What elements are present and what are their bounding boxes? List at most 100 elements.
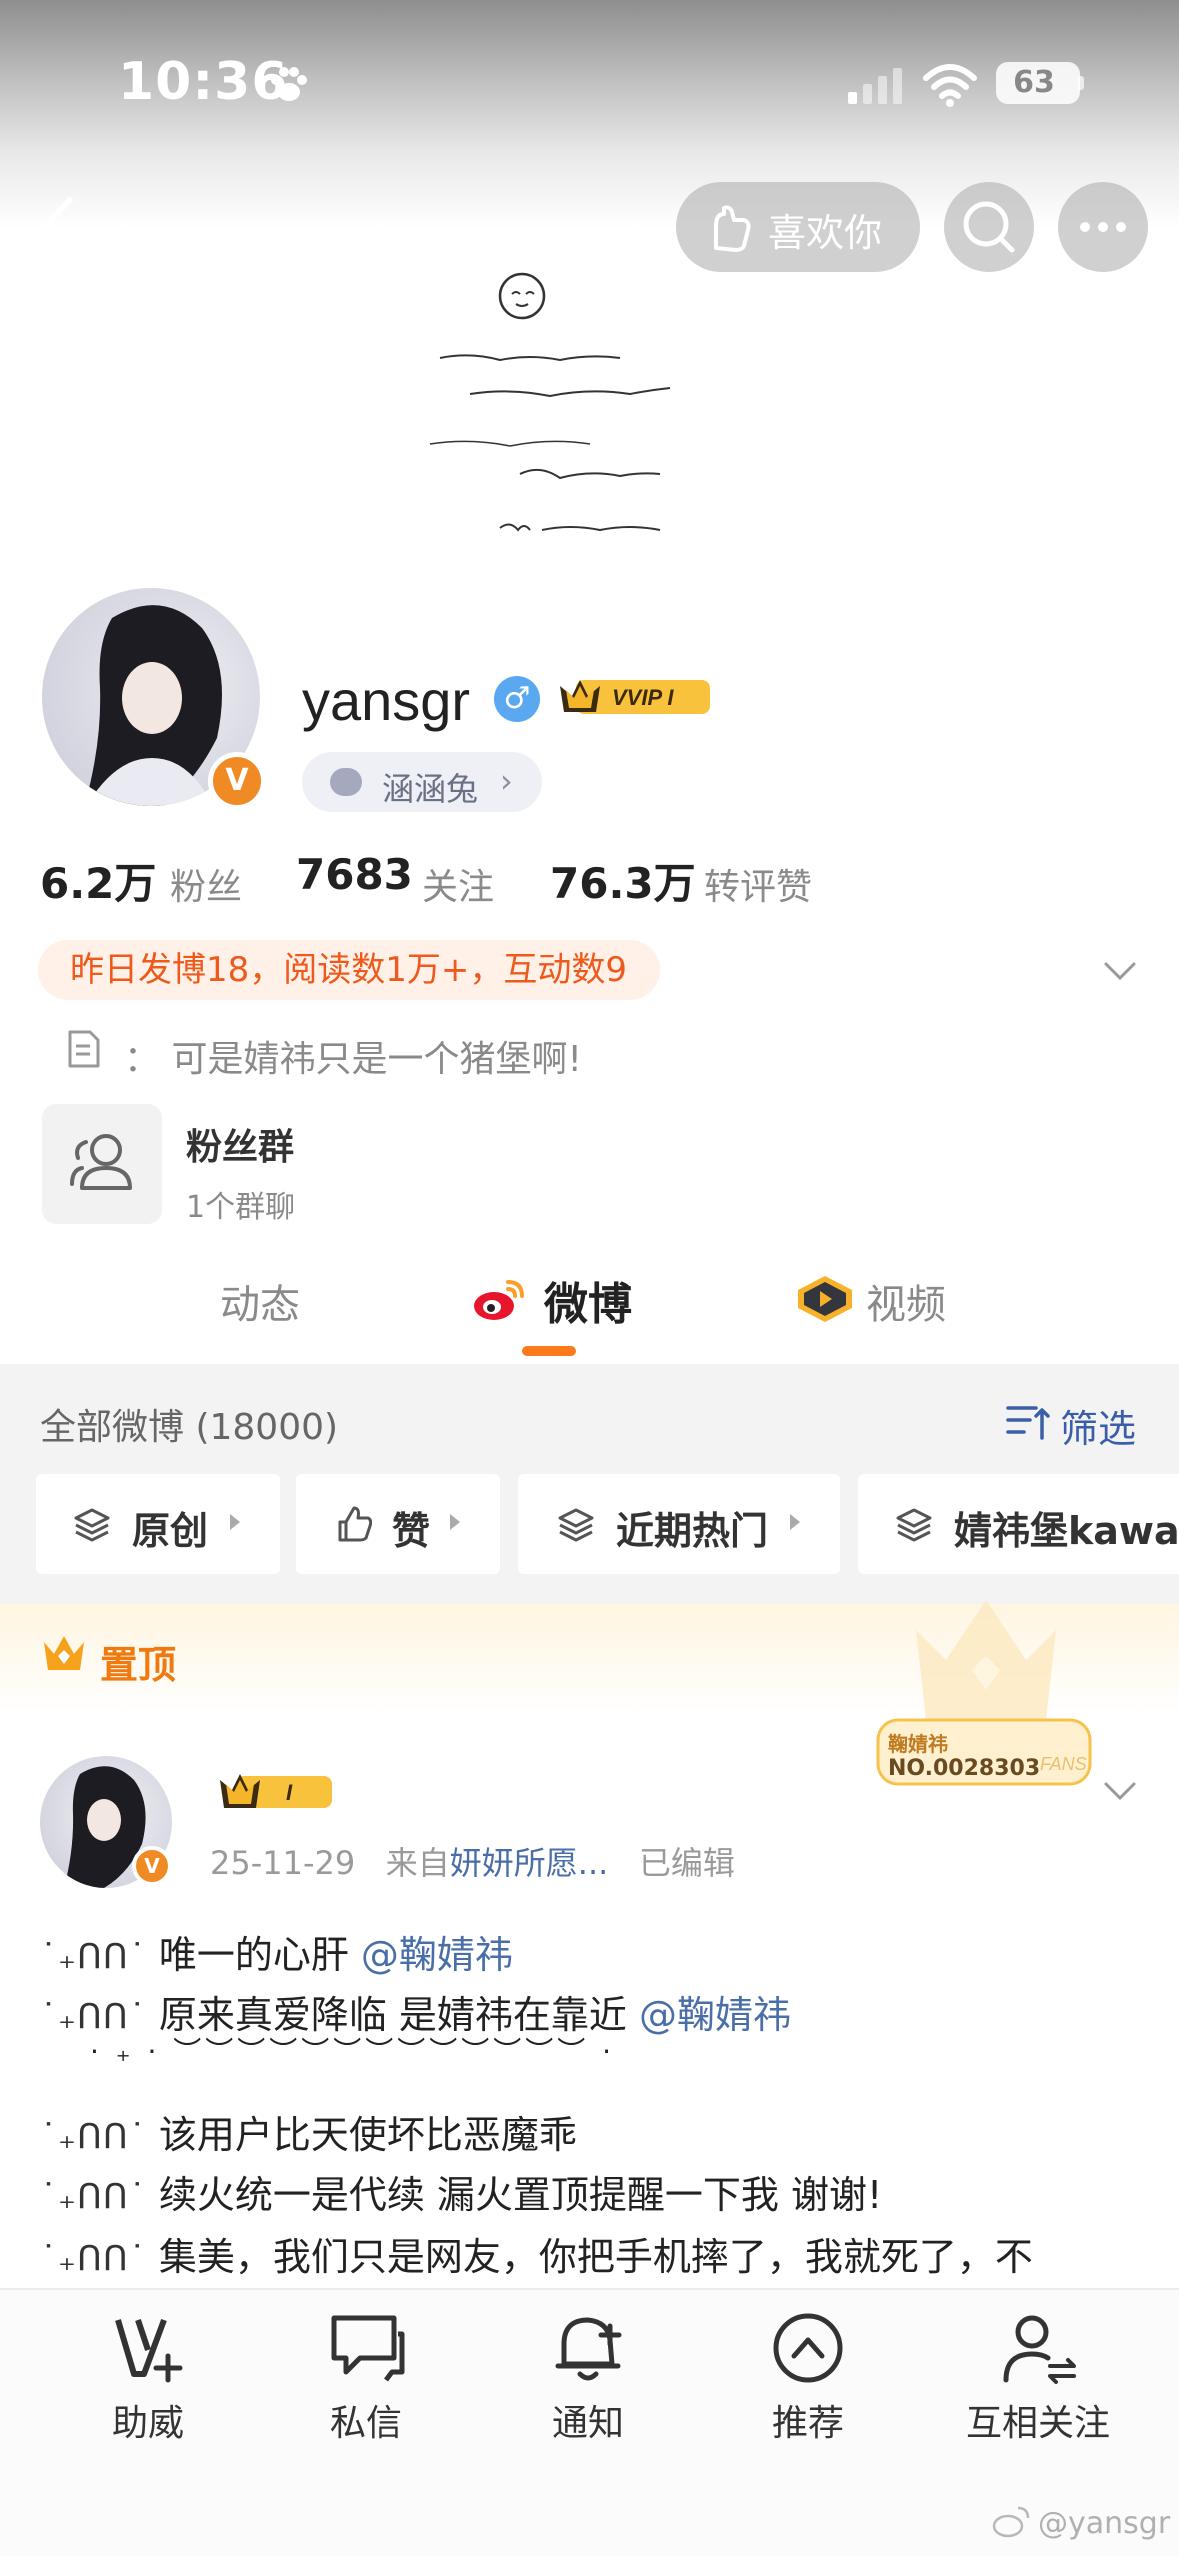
message-button[interactable]: 私信 xyxy=(286,2310,446,2450)
thumbs-up-icon xyxy=(338,1506,372,1542)
battery-indicator: 63 xyxy=(996,62,1080,104)
following-label[interactable]: 关注 xyxy=(422,858,494,910)
fans-count[interactable]: 6.2万 xyxy=(40,850,156,911)
group-people-icon xyxy=(70,1134,132,1190)
paw-icon xyxy=(271,67,307,101)
signal-icon xyxy=(848,68,902,104)
chip-original[interactable]: 原创 xyxy=(36,1474,280,1574)
filter-icon[interactable] xyxy=(1006,1402,1050,1442)
post-edited-label: 已编辑 xyxy=(638,1844,735,1882)
interactions-count[interactable]: 76.3万 xyxy=(550,850,696,911)
vvip-badge: VVIP I xyxy=(560,680,710,714)
more-button[interactable] xyxy=(1058,182,1148,272)
post-line: ˙₊ᑎᑎ˙ 该用户比天使坏比恶魔乖 xyxy=(40,2113,577,2157)
layers-icon xyxy=(896,1508,932,1542)
back-arrow-icon[interactable] xyxy=(30,192,90,262)
notify-label: 通知 xyxy=(551,2403,624,2444)
chevron-down-icon[interactable] xyxy=(1100,950,1140,990)
post-divider-text: · ₊ · ︶︶︶︶︶︶︶︶︶︶︶︶︶ · xyxy=(90,2035,616,2068)
recommend-button[interactable]: 推荐 xyxy=(728,2310,888,2450)
verified-badge: V xyxy=(208,752,266,810)
chip-arrow-icon xyxy=(230,1514,240,1530)
male-gender-icon: ♂ xyxy=(494,676,540,722)
chat-bubble-icon xyxy=(330,768,362,796)
layers-icon xyxy=(74,1508,110,1542)
interactions-label[interactable]: 转评赞 xyxy=(704,858,812,910)
tab-dynamic[interactable]: 动态 xyxy=(220,1272,300,1330)
fan-group-subtitle: 1个群聊 xyxy=(186,1190,296,1225)
bell-icon xyxy=(555,2317,622,2381)
profile-description: ： 可是婧祎只是一个猪堡啊! xyxy=(124,1039,582,1080)
profile-tag-button[interactable]: 涵涵兔 › xyxy=(302,752,542,812)
v-plus-icon xyxy=(115,2318,183,2383)
chat-icon xyxy=(331,2315,405,2382)
chevron-right-icon: › xyxy=(500,762,513,800)
mention-link[interactable]: @鞠婧祎 xyxy=(361,1933,513,1977)
search-button[interactable] xyxy=(944,182,1034,272)
layers-icon xyxy=(558,1508,594,1542)
like-you-label: 喜欢你 xyxy=(768,211,883,255)
fan-card-brand: FANS xyxy=(1040,1754,1087,1774)
fan-group-icon-box[interactable] xyxy=(42,1104,162,1224)
chip-custom-group-label: 婧祎堡kawai xyxy=(954,1509,1179,1553)
post-source[interactable]: 妍妍所愿... xyxy=(450,1844,609,1882)
document-icon xyxy=(68,1030,100,1068)
post-line: ˙₊ᑎᑎ˙ 唯一的心肝 @鞠婧祎 xyxy=(40,1933,513,1977)
wifi-icon xyxy=(923,64,977,107)
crown-level-badge: I xyxy=(220,1774,332,1808)
cheer-label: 助威 xyxy=(111,2403,184,2444)
activity-summary[interactable]: 昨日发博18，阅读数1万+，互动数9 xyxy=(38,940,660,1000)
more-dots-icon xyxy=(1080,222,1126,232)
pinned-label: 置顶 xyxy=(100,1643,177,1687)
chip-arrow-icon xyxy=(450,1514,460,1530)
message-label: 私信 xyxy=(329,2403,402,2444)
post-line: ˙₊ᑎᑎ˙ 续火统一是代续 漏火置顶提醒一下我 谢谢! xyxy=(40,2173,883,2217)
post-line: ˙₊ᑎᑎ˙ 集美，我们只是网友，你把手机摔了，我就死了，不 xyxy=(40,2235,1033,2279)
post-meta: 25-11-29 来自妍妍所愿... 已编辑 xyxy=(210,1838,735,1884)
status-time: 10:36 xyxy=(118,52,289,112)
tab-weibo[interactable]: 微博 xyxy=(544,1268,632,1332)
vvip-badge-label: VVIP I xyxy=(612,685,674,710)
post-date: 25-11-29 xyxy=(210,1844,356,1882)
weibo-logo-icon xyxy=(474,1280,524,1320)
cheer-button[interactable]: 助威 xyxy=(68,2310,228,2450)
chip-recent-hot[interactable]: 近期热门 xyxy=(518,1474,840,1574)
weibo-watermark-icon xyxy=(992,2506,1030,2538)
mutual-follow-icon xyxy=(1003,2315,1076,2384)
fan-group-title[interactable]: 粉丝群 xyxy=(186,1118,294,1170)
fan-card-name: 鞠婧祎 xyxy=(888,1732,948,1756)
chip-recent-hot-label: 近期热门 xyxy=(616,1509,769,1553)
active-tab-indicator xyxy=(522,1346,576,1356)
watermark-text: @yansgr xyxy=(1038,2506,1171,2541)
chip-original-label: 原创 xyxy=(132,1509,209,1553)
fans-label[interactable]: 粉丝 xyxy=(170,858,242,910)
mutual-follow-button[interactable]: 互相关注 xyxy=(948,2310,1128,2450)
crown-level-label: I xyxy=(286,1780,293,1805)
search-icon xyxy=(963,201,1015,253)
fan-card-number: NO.0028303 xyxy=(888,1756,1041,1781)
hand-heart-icon xyxy=(714,205,751,252)
notify-button[interactable]: 通知 xyxy=(508,2310,668,2450)
username: yansgr xyxy=(302,669,471,732)
filter-button[interactable]: 筛选 xyxy=(1060,1398,1136,1453)
video-play-icon xyxy=(798,1276,852,1322)
chip-liked[interactable]: 赞 xyxy=(296,1474,500,1574)
recommend-label: 推荐 xyxy=(771,2403,844,2444)
mention-link[interactable]: @鞠婧祎 xyxy=(639,1993,791,2037)
crown-icon xyxy=(44,1636,84,1670)
profile-tag-label: 涵涵兔 xyxy=(382,770,479,808)
post-source-prefix: 来自 xyxy=(385,1844,450,1882)
up-arrow-circle-icon xyxy=(773,2313,843,2383)
battery-cap xyxy=(1078,76,1084,90)
chip-custom-group[interactable]: 婧祎堡kawai xyxy=(858,1474,1179,1574)
like-you-button[interactable]: 喜欢你 xyxy=(676,182,920,272)
tab-video[interactable]: 视频 xyxy=(866,1272,946,1330)
following-count[interactable]: 7683 xyxy=(296,850,413,899)
mutual-follow-label: 互相关注 xyxy=(965,2403,1110,2444)
chevron-down-icon[interactable] xyxy=(1100,1770,1140,1810)
chip-liked-label: 赞 xyxy=(392,1509,431,1553)
all-weibo-count: 全部微博 (18000) xyxy=(40,1407,339,1448)
cover-doodle-image xyxy=(429,272,671,532)
chip-arrow-icon xyxy=(790,1514,800,1530)
post-verified-badge: V xyxy=(132,1846,172,1886)
